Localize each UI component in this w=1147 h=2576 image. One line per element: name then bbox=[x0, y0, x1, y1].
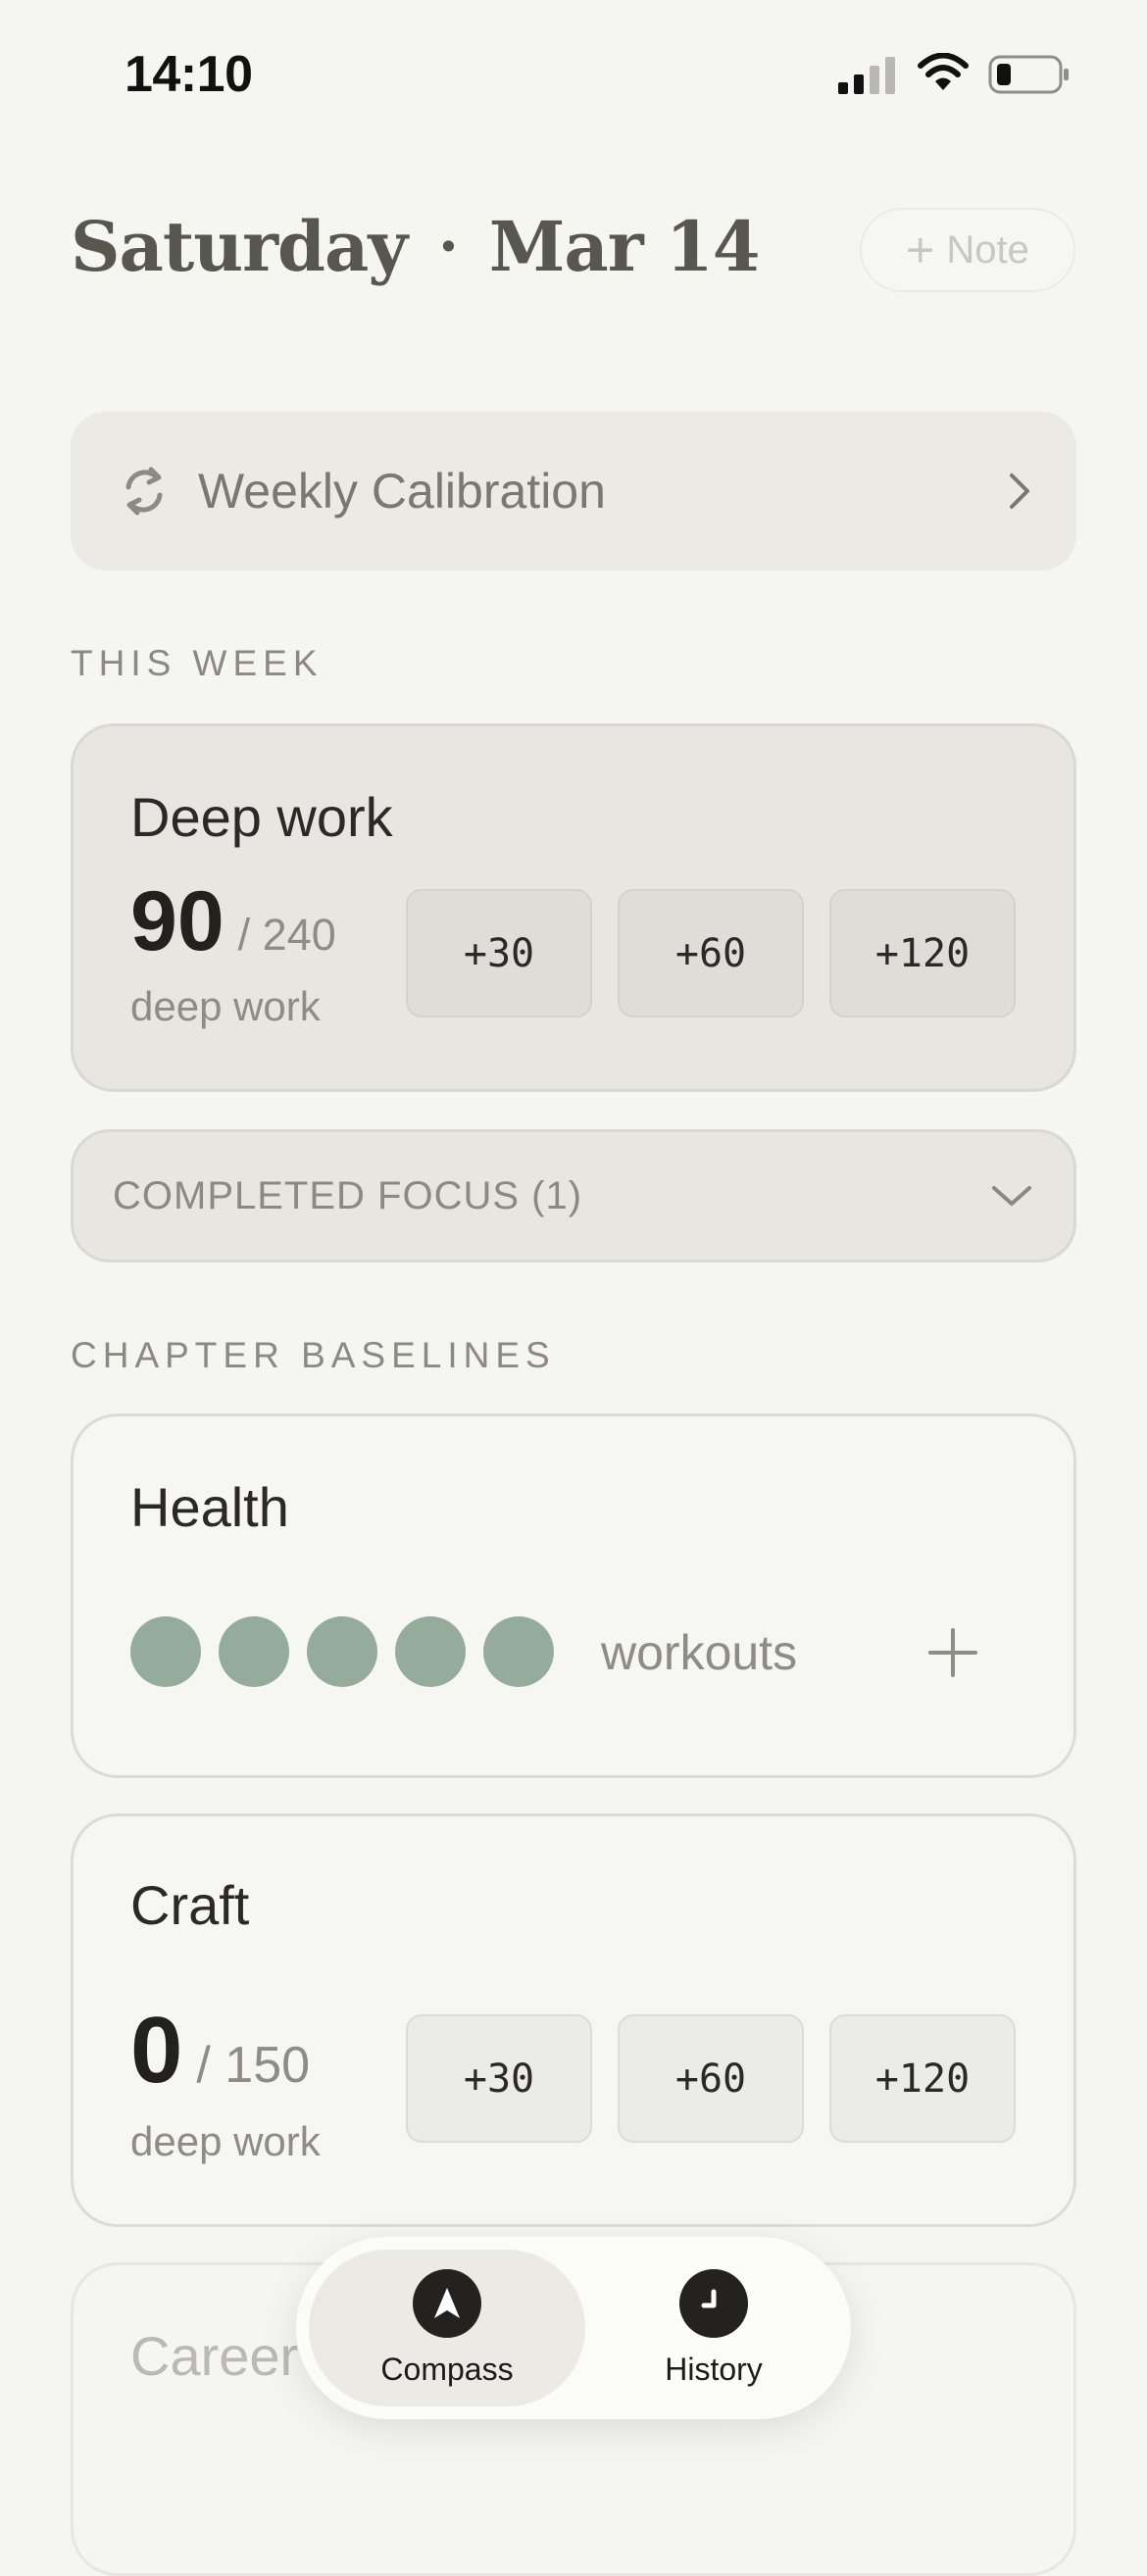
tab-compass-label: Compass bbox=[380, 2351, 514, 2387]
health-title: Health bbox=[130, 1476, 289, 1538]
clock-icon bbox=[679, 2268, 748, 2338]
craft-progress: 0 / 150 bbox=[130, 1997, 310, 2105]
weekly-calibration-row[interactable]: Weekly Calibration bbox=[71, 412, 1076, 570]
deep-work-unit: deep work bbox=[130, 983, 321, 1029]
plus-icon: + bbox=[906, 223, 935, 277]
workout-dot[interactable] bbox=[219, 1616, 289, 1687]
chapter-baselines-heading: CHAPTER BASELINES bbox=[71, 1335, 556, 1375]
bottom-tab-bar: Compass History bbox=[296, 2237, 851, 2419]
chevron-down-icon bbox=[992, 1186, 1031, 1206]
tab-history[interactable]: History bbox=[590, 2250, 837, 2406]
craft-add-30-button[interactable]: +30 bbox=[406, 2014, 592, 2143]
cellular-signal-icon bbox=[838, 57, 895, 94]
workout-dot[interactable] bbox=[483, 1616, 554, 1687]
refresh-icon bbox=[125, 467, 163, 516]
note-button-label: Note bbox=[946, 227, 1029, 272]
completed-focus-label: COMPLETED FOCUS (1) bbox=[113, 1173, 583, 1217]
career-title: Career bbox=[130, 2325, 299, 2387]
workout-dot[interactable] bbox=[130, 1616, 201, 1687]
date-label: Mar 14 bbox=[488, 206, 761, 287]
completed-focus-toggle[interactable]: COMPLETED FOCUS (1) bbox=[71, 1129, 1076, 1263]
day-label: Saturday bbox=[71, 206, 408, 287]
weekly-calibration-label: Weekly Calibration bbox=[198, 464, 606, 519]
deep-work-value: 90 bbox=[130, 874, 224, 968]
craft-value: 0 bbox=[130, 1998, 183, 2103]
wifi-icon bbox=[918, 53, 969, 90]
craft-unit: deep work bbox=[130, 2118, 321, 2164]
tab-history-label: History bbox=[665, 2351, 763, 2387]
add-30-button[interactable]: +30 bbox=[406, 889, 592, 1017]
craft-add-60-button[interactable]: +60 bbox=[618, 2014, 804, 2143]
add-120-button[interactable]: +120 bbox=[829, 889, 1016, 1017]
status-time: 14:10 bbox=[125, 46, 253, 103]
battery-icon bbox=[988, 55, 1069, 94]
deep-work-card: Deep work 90 / 240 deep work +30 +60 +12… bbox=[71, 723, 1076, 1092]
craft-title: Craft bbox=[130, 1874, 250, 1936]
craft-add-120-button[interactable]: +120 bbox=[829, 2014, 1016, 2143]
deep-work-progress: 90 / 240 bbox=[130, 873, 336, 970]
add-workout-icon[interactable] bbox=[926, 1626, 979, 1679]
add-note-button[interactable]: + Note bbox=[860, 208, 1075, 292]
compass-icon bbox=[413, 2268, 481, 2338]
health-card: Health workouts bbox=[71, 1413, 1076, 1778]
page-title: Saturday · Mar 14 bbox=[71, 206, 761, 287]
deep-work-goal: / 240 bbox=[237, 910, 336, 960]
this-week-heading: THIS WEEK bbox=[71, 643, 324, 683]
craft-goal: / 150 bbox=[196, 2037, 311, 2094]
add-60-button[interactable]: +60 bbox=[618, 889, 804, 1017]
chevron-right-icon bbox=[1010, 473, 1029, 509]
workout-dots bbox=[130, 1616, 554, 1687]
craft-card: Craft 0 / 150 deep work +30 +60 +120 bbox=[71, 1813, 1076, 2227]
workout-dot[interactable] bbox=[307, 1616, 377, 1687]
workout-dot[interactable] bbox=[395, 1616, 466, 1687]
date-separator: · bbox=[438, 212, 459, 281]
deep-work-title: Deep work bbox=[130, 786, 393, 848]
tab-compass[interactable]: Compass bbox=[309, 2250, 585, 2406]
health-unit: workouts bbox=[601, 1625, 798, 1680]
